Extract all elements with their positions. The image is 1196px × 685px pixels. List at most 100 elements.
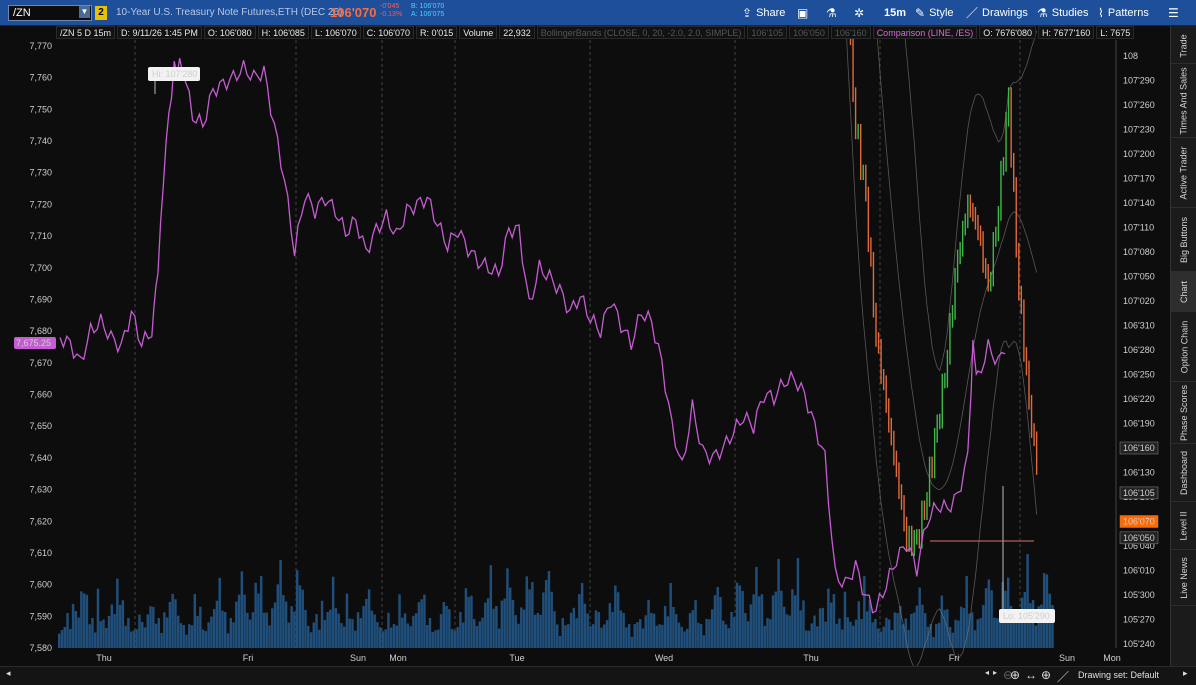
bollinger-study-label[interactable]: BollingerBands (CLOSE, 0, 20, -2.0, 2.0,… [536, 25, 746, 39]
studies-button[interactable]: ⚗ Studies [1037, 5, 1088, 21]
volume-bar-242 [727, 628, 730, 648]
link-group-badge[interactable]: 2 [95, 6, 107, 20]
volume-bar-334 [982, 605, 985, 648]
volume-bar-172 [533, 614, 537, 648]
volume-bar-220 [666, 616, 670, 648]
volume-bar-50 [196, 615, 199, 648]
crosshair-icon[interactable]: ⊕ [1041, 668, 1051, 682]
scroll-left-icon[interactable]: ◂ [6, 668, 11, 679]
right-axis-tick-12: 106'280 [1123, 345, 1155, 355]
price-chart[interactable]: 7,770 7,760 7,750 7,740 7,730 7,720 7,710 7,700… [0, 26, 1170, 666]
pan-right-icon[interactable]: ▸ [993, 668, 997, 677]
side-tab-trade[interactable]: Trade [1171, 28, 1196, 64]
volume-bar-160 [500, 600, 504, 648]
right-axis-tick-6: 107'140 [1123, 198, 1155, 208]
volume-bar-31 [143, 627, 147, 648]
settings-button[interactable]: ✲ [854, 5, 864, 21]
flask-icon: ⚗ [826, 6, 837, 20]
side-tab-times-and-sales[interactable]: Times And Sales [1171, 64, 1196, 138]
volume-bar-288 [854, 619, 858, 648]
volume-bar-158 [495, 606, 498, 648]
volume-bar-20 [113, 613, 116, 648]
volume-bar-146 [461, 622, 465, 648]
volume-bar-82 [284, 601, 288, 648]
time-axis-label-7: Fri [949, 653, 960, 663]
volume-bar-164 [511, 600, 515, 648]
volume-bar-58 [218, 577, 221, 648]
right-axis-tick-1: 107'290 [1123, 76, 1155, 86]
side-tab-label: Chart [1178, 280, 1189, 303]
volume-bar-312 [921, 604, 924, 648]
menu-button[interactable]: ☰ [1168, 5, 1179, 21]
volume-bar-331 [973, 630, 977, 648]
side-tab-live-news[interactable]: Live News [1171, 550, 1196, 606]
side-tab-phase-scores[interactable]: Phase Scores [1171, 382, 1196, 444]
aggregation-label: 15m [884, 7, 907, 19]
volume-bar-243 [730, 612, 733, 648]
volume-bar-189 [580, 583, 584, 648]
volume-bar-193 [591, 624, 595, 648]
snapshot-button[interactable]: ▣ [797, 5, 808, 21]
volume-bar-171 [531, 582, 534, 648]
volume-bar-1 [60, 630, 64, 648]
drawing-set-label[interactable]: Drawing set: Default [1078, 670, 1159, 680]
time-axis-label-3: Mon [389, 653, 407, 663]
flask-button[interactable]: ⚗ [826, 5, 837, 21]
volume-bar-150 [473, 619, 476, 648]
time-axis-label-9: Mon [1103, 653, 1121, 663]
volume-bar-214 [650, 612, 653, 648]
volume-bar-155 [486, 598, 490, 648]
pan-left-icon[interactable]: ◂ [985, 668, 989, 677]
volume-bar-126 [406, 623, 410, 648]
volume-bar-95 [320, 600, 324, 648]
side-tab-active-trader[interactable]: Active Trader [1171, 138, 1196, 208]
volume-bar-215 [652, 613, 656, 648]
volume-bar-104 [345, 593, 349, 648]
volume-bar-19 [110, 604, 114, 648]
drawings-button[interactable]: ／ Drawings [966, 5, 1028, 21]
right-axis-tick-0: 108 [1123, 51, 1138, 61]
left-axis-tick-12: 7,650 [29, 421, 52, 431]
volume-bar-127 [409, 626, 412, 648]
volume-bar-154 [484, 602, 487, 648]
volume-bar-4 [69, 628, 72, 648]
volume-bar-57 [215, 600, 219, 648]
volume-bar-136 [434, 630, 437, 648]
pct-change-value: -0.13% [380, 11, 403, 18]
zoom-in-icon[interactable]: ⊕ [1010, 668, 1020, 682]
net-change: -0'045 -0.13% [380, 3, 402, 19]
style-button[interactable]: ✎ Style [915, 5, 954, 21]
volume-bar-138 [439, 614, 443, 648]
volume-bar-252 [755, 567, 758, 648]
scroll-right-icon[interactable]: ▸ [1183, 668, 1188, 679]
bar-close: C: 106'070 [362, 25, 414, 39]
left-axis-tick-5: 7,720 [29, 199, 52, 209]
volume-bar-34 [152, 606, 155, 648]
side-tab-big-buttons[interactable]: Big Buttons [1171, 208, 1196, 272]
volume-bar-302 [893, 612, 896, 648]
side-tab-level-ii[interactable]: Level II [1171, 502, 1196, 550]
volume-bar-255 [763, 625, 766, 648]
volume-bar-285 [846, 617, 849, 648]
aggregation-button[interactable]: 15m [884, 5, 906, 21]
volume-bar-261 [780, 590, 783, 648]
volume-bar-188 [578, 594, 581, 648]
volume-bar-225 [680, 626, 683, 648]
volume-bar-298 [882, 626, 885, 648]
patterns-button[interactable]: ⌇ Patterns [1098, 5, 1149, 21]
volume-bar-143 [453, 630, 457, 648]
symbol-dropdown-icon[interactable]: ▼ [79, 6, 90, 18]
left-axis-tick-0: 7,770 [29, 41, 52, 51]
volume-bar-142 [450, 628, 454, 648]
side-tab-option-chain[interactable]: Option Chain [1171, 312, 1196, 382]
volume-bar-98 [329, 609, 332, 648]
horizontal-pan-icon[interactable]: ↔ [1025, 668, 1037, 682]
drawing-tool-icon[interactable]: ／ [1057, 668, 1069, 685]
side-tab-chart[interactable]: Chart [1171, 272, 1196, 312]
comparison-study-label[interactable]: Comparison (LINE, /ES) [872, 25, 978, 39]
volume-bar-137 [437, 629, 440, 648]
volume-bar-265 [791, 589, 794, 648]
volume-bar-156 [489, 565, 493, 648]
share-button[interactable]: ⇪ Share [742, 5, 785, 21]
side-tab-dashboard[interactable]: Dashboard [1171, 444, 1196, 502]
